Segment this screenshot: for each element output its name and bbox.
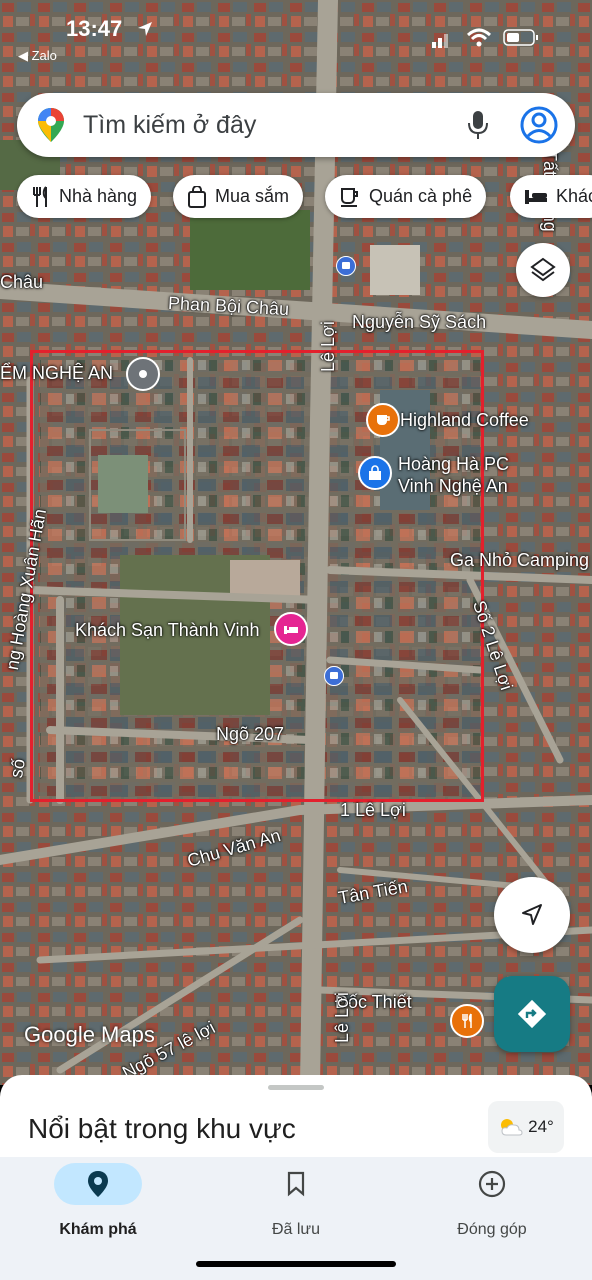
navigation-arrow-icon (522, 904, 542, 925)
chip-label: Mua sắm (215, 186, 290, 206)
chip-coffee[interactable]: Quán cà phê (325, 175, 487, 218)
chip-label: Khác (556, 186, 592, 206)
weather-badge[interactable]: 24° (488, 1101, 564, 1153)
temperature: 24° (528, 1117, 554, 1136)
shopping-bag-icon (188, 185, 206, 208)
restaurant-marker-icon[interactable] (450, 1004, 484, 1038)
place-label-line-2: Vinh Nghệ An (398, 476, 508, 496)
search-bar[interactable]: Tìm kiếm ở đây (17, 93, 575, 157)
battery-icon (503, 29, 538, 46)
tab-explore[interactable]: Khám phá (18, 1163, 178, 1239)
tab-saved[interactable]: Đã lưu (216, 1163, 376, 1239)
chip-restaurants[interactable]: Nhà hàng (17, 175, 152, 218)
sheet-handle[interactable] (268, 1085, 324, 1090)
place-label-line-1: Hoàng Hà PC (398, 454, 510, 474)
google-maps-pin-icon (38, 108, 64, 142)
status-time: 13:47 (66, 16, 123, 41)
microphone-icon[interactable] (467, 109, 489, 141)
search-input[interactable]: Tìm kiếm ở đây (83, 111, 256, 140)
coffee-marker-icon[interactable] (366, 403, 400, 437)
sheet-title: Nổi bật trong khu vực (28, 1113, 296, 1144)
my-location-button[interactable] (494, 877, 570, 953)
chip-shopping[interactable]: Mua sắm (173, 175, 304, 218)
fork-knife-icon (33, 185, 47, 207)
bed-icon (525, 189, 547, 204)
street-label-nguyen-sy-sach: Nguyễn Sỹ Sách (352, 312, 487, 332)
street-label-ngo-207: Ngõ 207 (216, 724, 285, 744)
tab-label: Đã lưu (271, 1221, 321, 1238)
place-label-ga-nho-camping[interactable]: Ga Nhỏ Camping (450, 549, 589, 571)
tab-label: Đóng góp (457, 1221, 527, 1238)
bus-stop-icon[interactable] (324, 666, 344, 686)
chip-hotels[interactable]: Khác (510, 175, 592, 218)
tab-contribute[interactable]: Đóng góp (412, 1163, 572, 1239)
directions-button[interactable] (494, 976, 570, 1052)
bookmark-icon (287, 1171, 305, 1197)
status-icons (432, 28, 538, 48)
tab-label: Khám phá (59, 1221, 137, 1238)
chip-label: Nhà hàng (59, 186, 138, 206)
add-circle-icon (478, 1170, 506, 1198)
street-label-chau: Châu (0, 272, 44, 292)
place-marker-icon[interactable] (126, 357, 160, 391)
location-arrow-icon (138, 22, 152, 36)
back-to-app[interactable]: ◀ Zalo (18, 48, 57, 64)
hotel-marker-icon[interactable] (274, 612, 308, 646)
coffee-cup-icon (341, 187, 358, 207)
location-pin-icon (88, 1171, 108, 1197)
street-label-1-le-loi: 1 Lê Lợi (340, 800, 406, 820)
street-label-le-loi: Lê Lợi (318, 321, 338, 372)
status-bar: 13:47 ◀ Zalo (0, 0, 592, 63)
layers-button[interactable] (516, 243, 570, 297)
street-label-le-loi-south: Lê Lợi (332, 992, 352, 1043)
layers-icon (530, 257, 556, 282)
directions-icon (517, 999, 547, 1029)
place-label-hoang-ha-pc[interactable]: Hoàng Hà PC Vinh Nghệ An (398, 453, 509, 497)
wifi-icon (466, 28, 492, 47)
google-maps-logo: Google Maps (24, 1022, 155, 1047)
signal-icon (432, 34, 448, 48)
place-label-nghe-an[interactable]: ỂM NGHỆ AN (0, 362, 113, 384)
place-label-khach-san[interactable]: Khách Sạn Thành Vinh (75, 619, 259, 641)
street-label-so: số (6, 757, 29, 780)
shop-marker-icon[interactable] (358, 456, 392, 490)
place-label-highland-coffee[interactable]: Highland Coffee (400, 409, 529, 431)
home-indicator (196, 1261, 396, 1267)
account-icon[interactable] (519, 105, 559, 145)
bus-stop-icon[interactable] (336, 256, 356, 276)
bottom-sheet[interactable]: Nổi bật trong khu vực 24° (0, 1075, 592, 1165)
partly-cloudy-icon (501, 1119, 523, 1136)
chip-label: Quán cà phê (369, 186, 473, 206)
